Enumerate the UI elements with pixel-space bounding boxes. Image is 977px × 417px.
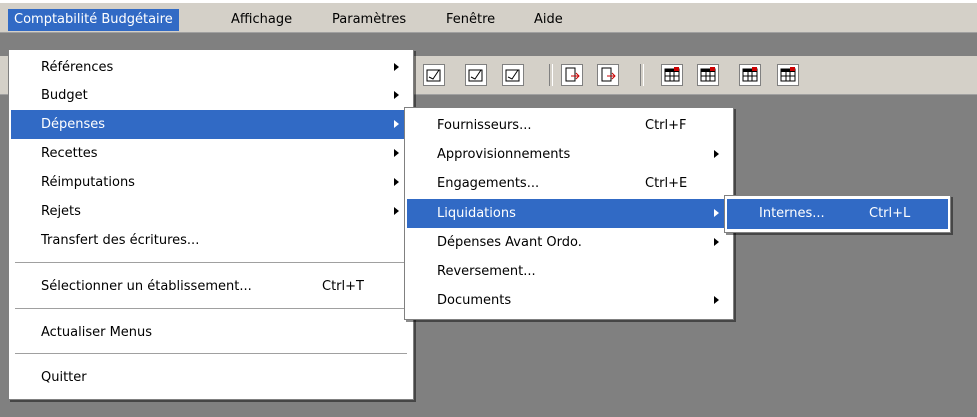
menu-item-label: Budget [41, 88, 88, 103]
toolbar-separator [640, 64, 644, 86]
menu-item-fournisseurs[interactable]: Fournisseurs... Ctrl+F [407, 111, 731, 140]
toolbar-edit-icon-3[interactable] [502, 64, 524, 86]
menu-item-references[interactable]: Références [11, 53, 411, 82]
menu-item-label: Fournisseurs... [437, 118, 532, 133]
menu-item-depenses[interactable]: Dépenses [11, 110, 411, 139]
menu-item-label: Engagements... [437, 176, 540, 191]
menu-bar-top-edge [0, 0, 977, 3]
submenu-arrow-icon [394, 149, 399, 157]
submenu-arrow-icon [394, 207, 399, 215]
menu-item-actualiser-menus[interactable]: Actualiser Menus [11, 318, 411, 347]
menu-item-label: Dépenses [41, 117, 106, 132]
menu-item-depenses-avant-ordo[interactable]: Dépenses Avant Ordo. [407, 228, 731, 257]
toolbar-grid-icon-4[interactable] [777, 64, 799, 86]
menu-item-shortcut: Ctrl+L [869, 206, 911, 221]
submenu-arrow-icon [394, 91, 399, 99]
toolbar-separator [549, 64, 553, 86]
menu-bar: Comptabilité Budgétaire Affichage Paramè… [0, 0, 977, 33]
menu-fenetre[interactable]: Fenêtre [440, 9, 501, 31]
toolbar-document-arrow-icon-1[interactable] [561, 64, 583, 86]
menu-item-label: Reversement... [437, 264, 536, 279]
menu-item-label: Documents [437, 293, 512, 308]
menu-item-shortcut: Ctrl+T [322, 279, 364, 294]
menu-item-quitter[interactable]: Quitter [11, 363, 411, 392]
menu-item-liquidations[interactable]: Liquidations [407, 199, 731, 228]
menu-item-shortcut: Ctrl+E [645, 176, 688, 191]
menu-item-documents[interactable]: Documents [407, 286, 731, 315]
menu-item-recettes[interactable]: Recettes [11, 139, 411, 168]
submenu-arrow-icon [714, 296, 719, 304]
menu-item-label: Quitter [41, 370, 87, 385]
submenu-arrow-icon [394, 178, 399, 186]
menu-separator [15, 353, 407, 355]
toolbar-grid-icon-1[interactable] [661, 64, 683, 86]
menu-item-internes[interactable]: Internes... Ctrl+L [727, 199, 948, 229]
menu-item-transfert-ecritures[interactable]: Transfert des écritures... [11, 226, 411, 255]
menu-item-label: Recettes [41, 146, 98, 161]
submenu-arrow-icon [394, 120, 399, 128]
menu-liquidations-submenu: Internes... Ctrl+L [724, 195, 951, 233]
menu-item-label: Réimputations [41, 175, 135, 190]
menu-item-engagements[interactable]: Engagements... Ctrl+E [407, 169, 731, 198]
menu-item-label: Transfert des écritures... [41, 233, 200, 248]
menu-comptabilite-budgetaire[interactable]: Comptabilité Budgétaire [8, 9, 179, 31]
toolbar-edit-icon-2[interactable] [465, 64, 487, 86]
submenu-arrow-icon [714, 238, 719, 246]
menu-item-label: Liquidations [437, 206, 516, 221]
toolbar-document-arrow-icon-2[interactable] [597, 64, 619, 86]
menu-comptabilite-dropdown: Références Budget Dépenses Recettes Réim… [8, 49, 414, 400]
menu-item-shortcut: Ctrl+F [645, 118, 687, 133]
menu-item-rejets[interactable]: Rejets [11, 197, 411, 226]
menu-item-label: Dépenses Avant Ordo. [437, 235, 582, 250]
menu-item-label: Internes... [759, 206, 825, 221]
menu-item-label: Sélectionner un établissement... [41, 279, 252, 294]
menu-item-label: Rejets [41, 204, 81, 219]
toolbar-edit-icon-1[interactable] [423, 64, 445, 86]
submenu-arrow-icon [394, 63, 399, 71]
menu-item-label: Actualiser Menus [41, 325, 153, 340]
menu-item-approvisionnements[interactable]: Approvisionnements [407, 140, 731, 169]
menu-affichage[interactable]: Affichage [225, 9, 298, 31]
toolbar-grid-icon-2[interactable] [697, 64, 719, 86]
menu-item-label: Approvisionnements [437, 147, 571, 162]
menu-depenses-submenu: Fournisseurs... Ctrl+F Approvisionnement… [404, 107, 734, 320]
menu-item-budget[interactable]: Budget [11, 81, 411, 110]
menu-parametres[interactable]: Paramètres [326, 9, 412, 31]
menu-aide[interactable]: Aide [528, 9, 569, 31]
menu-item-reimputations[interactable]: Réimputations [11, 168, 411, 197]
menu-item-reversement[interactable]: Reversement... [407, 257, 731, 286]
menu-separator [15, 262, 407, 264]
menu-item-label: Références [41, 60, 114, 75]
submenu-arrow-icon [714, 209, 719, 217]
toolbar-grid-icon-3[interactable] [739, 64, 761, 86]
menu-item-selectionner-etablissement[interactable]: Sélectionner un établissement... Ctrl+T [11, 272, 411, 301]
submenu-arrow-icon [714, 150, 719, 158]
menu-separator [15, 308, 407, 310]
